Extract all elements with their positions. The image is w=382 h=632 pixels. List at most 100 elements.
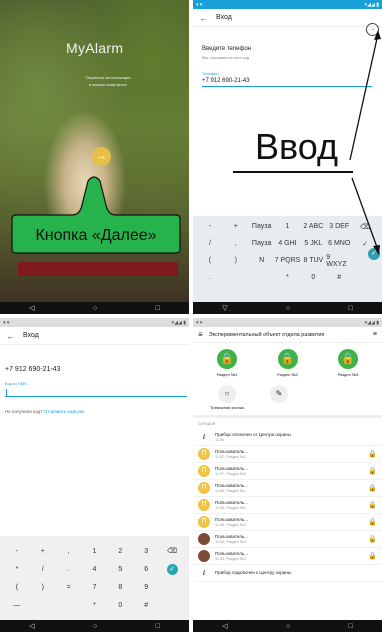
key[interactable]: N [259,257,264,264]
key[interactable]: 5 [118,566,122,573]
event-row[interactable]: Пользователь... 11:55, Раздел №1 🔒 [193,531,382,548]
key[interactable]: ) [42,584,44,591]
key[interactable]: / [209,240,211,247]
key[interactable]: 2 [118,548,122,555]
event-title: Пользователь... [215,449,248,454]
key[interactable]: - [209,223,211,230]
back-nav-icon[interactable]: ◁ [222,622,227,630]
key[interactable]: . [209,274,211,281]
section-3[interactable]: 🔒 Раздел №3 [326,349,370,377]
event-row[interactable]: i Прибор подключен к Центру охраны [193,565,382,582]
event-row[interactable]: П Пользователь... 11:57, Раздел №2 🔒 [193,463,382,480]
key[interactable]: - [16,548,18,555]
key[interactable]: ( [209,257,211,264]
event-subtitle: 11:56 [215,438,225,442]
key[interactable]: Пауза [252,223,271,230]
key[interactable]: 7 PQRS [275,257,301,264]
phone-entry-screen: ▾ ▾ ▾◢◢ ▮ ← Вход → Введите телефон Мы отп… [193,0,382,314]
avatar [198,550,210,562]
home-nav-icon[interactable]: ○ [286,305,290,312]
key[interactable]: 8 TUV [303,257,323,264]
key[interactable]: 5 JKL [304,240,322,247]
key[interactable]: 1 [286,223,290,230]
key[interactable]: ⌫ [360,223,370,231]
lock-icon: 🔒 [338,349,358,369]
confirm-circle-button[interactable]: → [366,23,379,36]
welcome-screen: ▾ ▾▾◢◢ ▮ MyAlarm Охранная сигнализацияв … [0,0,189,314]
event-row[interactable]: П Пользователь... 11:56, Раздел №1 🔒 [193,497,382,514]
key[interactable]: 6 [144,566,148,573]
phone-field[interactable]: +7 912 690-21-43 [202,78,372,87]
entered-phone: +7 912 690-21-43 [5,366,61,373]
section-1[interactable]: 🔒 Раздел №1 [205,349,249,377]
key[interactable]: ✓ [362,240,368,248]
back-nav-icon[interactable]: ◁ [29,622,34,630]
event-text: Пользователь... 11:57, Раздел №2 [215,466,368,476]
key[interactable]: Пауза [252,240,271,247]
event-row[interactable]: Пользователь... 11:55, Раздел №1 🔒 [193,548,382,565]
back-nav-icon[interactable]: ◁ [29,304,34,312]
home-nav-icon[interactable]: ○ [93,623,97,630]
key[interactable]: 6 MNO [328,240,350,247]
key[interactable]: 4 GHI [278,240,296,247]
recent-nav-icon[interactable]: □ [156,623,160,630]
keypad-ok-button[interactable]: ✓ [166,563,178,575]
section-2[interactable]: 🔒 Раздел №2 [266,349,310,377]
key[interactable]: 8 [118,584,122,591]
key[interactable]: # [144,602,148,609]
key[interactable]: ⌫ [167,547,177,555]
key[interactable]: 2 ABC [303,223,323,230]
event-subtitle: 11:56, Раздел №1 [215,489,247,493]
key[interactable]: * [93,602,96,609]
status-bar: ▾ ▾▾◢◢ ▮ [193,318,382,327]
event-text: Прибор подключен к Центру охраны [215,570,377,576]
key[interactable]: 3 DEF [329,223,349,230]
code-field[interactable] [5,389,187,397]
key[interactable]: 0 [311,274,315,281]
key[interactable]: ) [235,257,237,264]
menu-icon[interactable]: ≡ [198,330,203,339]
event-text: Пользователь... 11:55, Раздел №1 [215,534,368,544]
key[interactable]: — [13,602,20,609]
key[interactable]: 7 [93,584,97,591]
key[interactable]: / [42,566,44,573]
keypad-ok-button[interactable]: ✓ [368,248,380,260]
event-row[interactable]: i Прибор отключен от Центра охраны 11:56 [193,429,382,446]
key[interactable]: + [234,223,238,230]
key[interactable]: # [337,274,341,281]
user-icon: П [198,482,210,494]
key[interactable]: 9 [144,584,148,591]
key[interactable]: ( [16,584,18,591]
key[interactable]: * [286,274,289,281]
key[interactable]: = [67,584,71,591]
alarm-button[interactable]: ○ Тревожная кнопка [205,385,249,410]
relay-control[interactable]: ✎ [257,385,301,410]
home-nav-icon[interactable]: ○ [286,623,290,630]
key[interactable]: . [68,566,70,573]
filter-icon[interactable]: ≡ [373,331,377,338]
key[interactable]: + [41,548,45,555]
key[interactable]: 3 [144,548,148,555]
key[interactable]: 4 [93,566,97,573]
back-nav-icon[interactable]: ▽ [222,304,227,312]
numeric-keypad: - + Пауза 1 2 ABC 3 DEF ⌫ /, Пауза 4 GHI 5 JKL 6 MN… [193,216,382,302]
key[interactable]: * [16,566,19,573]
key[interactable]: 0 [118,602,122,609]
recent-nav-icon[interactable]: □ [349,623,353,630]
recent-nav-icon[interactable]: □ [156,305,160,312]
key[interactable]: 9 WXYZ [326,254,352,268]
event-row[interactable]: П Пользователь... 11:56, Раздел №1 🔒 [193,480,382,497]
app-logo: MyAlarm [66,40,124,56]
key[interactable]: 1 [93,548,97,555]
next-button[interactable]: → [92,147,111,166]
home-nav-icon[interactable]: ○ [93,305,97,312]
key[interactable]: , [235,240,237,247]
event-row[interactable]: П Пользователь... 11:56, Раздел №2 🔒 [193,514,382,531]
back-arrow-icon[interactable]: ← [6,331,15,341]
resend-link[interactable]: Отправить ещё раз [44,409,85,414]
event-row[interactable]: П Пользователь... 11:57, Раздел №1 🔒 [193,446,382,463]
app-tagline: Охранная сигнализация в вашем смартфоне [85,75,131,87]
key[interactable]: , [68,548,70,555]
recent-nav-icon[interactable]: □ [349,305,353,312]
back-arrow-icon[interactable]: ← [199,13,208,23]
